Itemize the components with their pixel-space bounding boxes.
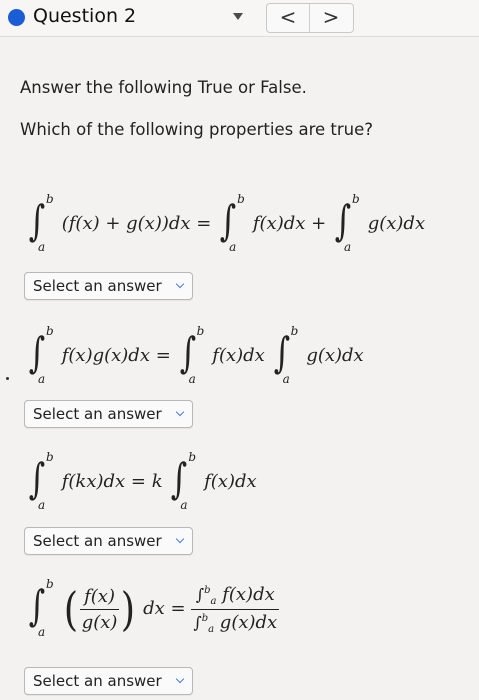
integral-sign: ∫: [195, 584, 205, 604]
property-3-equation: ∫ b a f(kx)dx = k ∫ b a f(x)dx: [26, 450, 257, 512]
property-3-answer-select[interactable]: Select an answer: [24, 527, 193, 555]
integral-sign: ∫ b a: [334, 192, 360, 254]
question-status-dot-icon: [8, 9, 25, 26]
integral-sign: ∫ b a: [171, 450, 197, 512]
question-header: Question 2 < >: [0, 0, 479, 37]
chevron-down-icon: [175, 674, 184, 684]
instruction-which-properties: Which of the following properties are tr…: [20, 120, 374, 139]
select-label: Select an answer: [33, 672, 162, 690]
property-1-answer-select[interactable]: Select an answer: [24, 272, 193, 300]
fraction-denominator: g(x): [81, 611, 118, 633]
select-label: Select an answer: [33, 405, 162, 423]
property-3-lhs: f(kx)dx: [61, 471, 126, 492]
question-menu-caret-icon[interactable]: [233, 13, 243, 20]
property-4-answer-select[interactable]: Select an answer: [24, 667, 193, 695]
plus-sign: +: [311, 213, 327, 234]
integral-sign: ∫ b a: [28, 577, 54, 639]
chevron-down-icon: [175, 279, 184, 289]
rhs-fraction: ∫ba f(x)dx ∫ba g(x)dx: [191, 583, 280, 635]
integral-sign: ∫: [193, 612, 202, 632]
select-label: Select an answer: [33, 277, 162, 295]
integral-sign: ∫ b a: [273, 324, 299, 386]
chevron-down-icon: [175, 534, 184, 544]
rhs-denominator: g(x)dx: [219, 611, 278, 633]
rhs-numerator: f(x)dx: [222, 583, 275, 605]
previous-question-button[interactable]: <: [267, 4, 309, 32]
property-1-rhs-g: g(x)dx: [367, 213, 426, 234]
integral-sign: ∫ b a: [28, 324, 54, 386]
integral-sign: ∫ b a: [179, 324, 205, 386]
property-2-rhs-f: f(x)dx: [212, 345, 265, 366]
property-2-equation: ∫ b a f(x)g(x)dx = ∫ b a f(x)dx ∫ b a g(x)dx: [26, 324, 364, 386]
left-paren: (: [63, 582, 78, 636]
property-2-answer-select[interactable]: Select an answer: [24, 400, 193, 428]
fraction-numerator: f(x): [79, 586, 120, 610]
chevron-down-icon: [175, 407, 184, 417]
equals-sign: =: [196, 213, 212, 234]
select-label: Select an answer: [33, 532, 162, 550]
right-paren: ): [121, 582, 136, 636]
property-1-rhs-f: f(x)dx: [252, 213, 306, 234]
property-1-equation: ∫ b a (f(x) + g(x))dx = ∫ b a f(x)dx + ∫ b a g…: [26, 192, 426, 254]
stray-dot: [6, 377, 9, 380]
property-2-rhs-g: g(x)dx: [306, 345, 364, 366]
property-4-dx: dx: [143, 598, 165, 619]
property-3-rhs: f(x)dx: [204, 471, 257, 492]
integral-sign: ∫ b a: [219, 192, 245, 254]
property-1-lhs: (f(x) + g(x))dx: [61, 213, 191, 234]
property-4-equation: ∫ b a (f(x) g(x)) dx = ∫ba f(x)dx ∫ba g(x)d…: [26, 577, 280, 639]
integral-sign: ∫ b a: [28, 450, 54, 512]
next-question-button[interactable]: >: [310, 4, 352, 32]
question-title: Question 2: [33, 5, 137, 27]
equals-k: = k: [130, 471, 163, 492]
equals-sign: =: [155, 345, 171, 366]
equals-sign: =: [170, 598, 186, 619]
property-2-lhs: f(x)g(x)dx: [61, 345, 150, 366]
integrand-fraction: f(x) g(x): [79, 586, 120, 633]
question-navigation: < >: [266, 3, 354, 33]
integral-sign: ∫ b a: [28, 192, 54, 254]
instruction-true-false: Answer the following True or False.: [20, 78, 307, 97]
